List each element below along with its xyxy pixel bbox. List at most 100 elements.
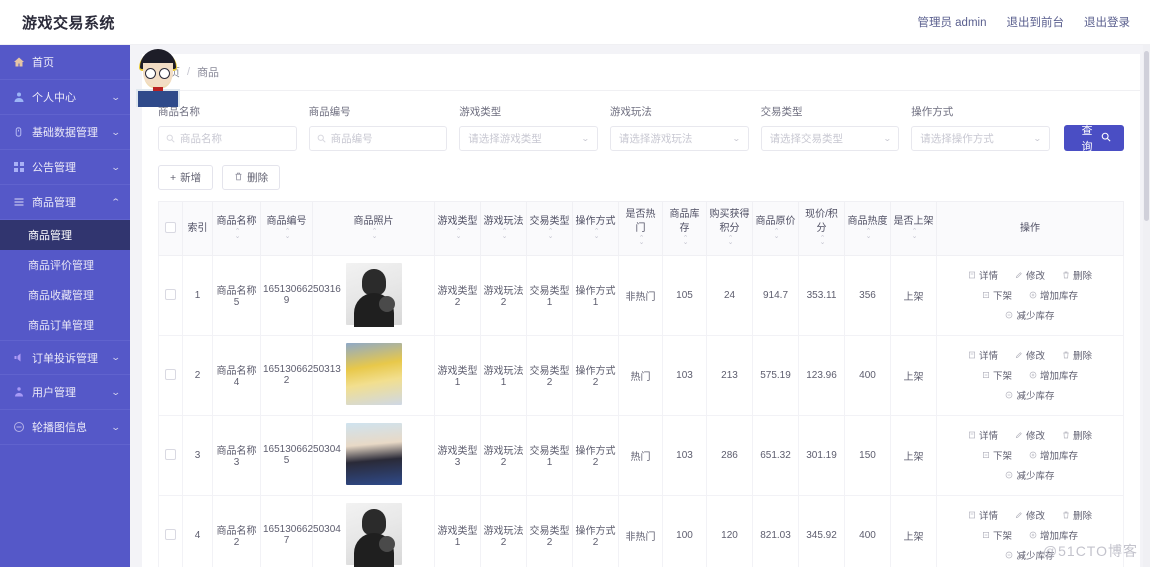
table-header-onsale[interactable]: 是否上架 ⌃ ⌄ — [890, 201, 937, 256]
table-header-price[interactable]: 商品原价 ⌃ ⌄ — [752, 201, 799, 256]
code-input[interactable]: 商品编号 — [308, 126, 448, 151]
op-修改-button[interactable]: 修改 — [1015, 508, 1045, 522]
sort-icon[interactable]: ⌃ ⌄ — [820, 235, 826, 246]
row-checkbox[interactable] — [165, 449, 176, 461]
table-header-stock[interactable]: 商品库存 ⌃ ⌄ — [662, 201, 707, 256]
增加库存-icon — [1029, 531, 1037, 539]
row-operations: 详情 修改 删除下架 增加库存减少库存 — [939, 425, 1121, 485]
op-详情-button[interactable]: 详情 — [968, 508, 998, 522]
table-header-photo[interactable]: 商品照片 ⌃ ⌄ — [312, 201, 435, 256]
table-header-gtype[interactable]: 游戏类型 ⌃ ⌄ — [434, 201, 481, 256]
sort-icon[interactable]: ⌃ ⌄ — [683, 235, 689, 246]
table-header-cprice[interactable]: 现价/积分 ⌃ ⌄ — [798, 201, 845, 256]
op-减少库存-button[interactable]: 减少库存 — [1005, 308, 1055, 322]
sidebar-item-announcement[interactable]: 公告管理 ⌄ — [0, 150, 130, 185]
filter-label: 商品编号 — [308, 106, 351, 118]
sort-icon[interactable]: ⌃ ⌄ — [372, 228, 378, 239]
table-header-ttype[interactable]: 交易类型 ⌃ ⌄ — [526, 201, 573, 256]
sidebar-item-product-management[interactable]: 商品管理 ⌃ — [0, 185, 130, 220]
logout-to-frontend-link[interactable]: 退出到前台 — [1007, 14, 1065, 30]
sidebar-item-user-management[interactable]: 用户管理 ⌄ — [0, 375, 130, 410]
sidebar-subitem-product-management[interactable]: 商品管理 — [0, 220, 130, 250]
sidebar-item-basic-data[interactable]: 基础数据管理 ⌄ — [0, 115, 130, 150]
op-增加库存-button[interactable]: 增加库存 — [1029, 368, 1078, 382]
query-button[interactable]: 查询 — [1063, 125, 1125, 153]
page-scrollbar[interactable] — [1143, 45, 1150, 567]
sort-icon[interactable]: ⌃ ⌄ — [639, 235, 645, 246]
op-减少库存-button[interactable]: 减少库存 — [1005, 388, 1055, 402]
row-checkbox[interactable] — [165, 529, 176, 541]
sidebar-item-label: 公告管理 — [32, 162, 76, 174]
row-operations-group: 下架 增加库存 — [982, 528, 1078, 542]
cell-photo — [312, 254, 435, 336]
table-header-code[interactable]: 商品编号 ⌃ ⌄ — [260, 201, 313, 256]
grid-icon — [12, 161, 25, 174]
op-增加库存-button[interactable]: 增加库存 — [1029, 448, 1078, 462]
sidebar-item-order-complaint[interactable]: 订单投诉管理 ⌄ — [0, 340, 130, 375]
sidebar-subitem-product-order[interactable]: 商品订单管理 — [0, 310, 130, 340]
search-input[interactable]: 商品名称 — [158, 126, 297, 151]
sort-icon[interactable]: ⌃ ⌄ — [728, 235, 734, 246]
op-详情-button[interactable]: 详情 — [968, 428, 998, 442]
op-增加库存-button[interactable]: 增加库存 — [1029, 528, 1078, 542]
op-删除-button[interactable]: 删除 — [1062, 268, 1092, 282]
sidebar-item-personal-center[interactable]: 个人中心 ⌄ — [0, 80, 130, 115]
下架-icon — [982, 531, 990, 539]
sidebar-item-carousel-info[interactable]: 轮播图信息 ⌄ — [0, 410, 130, 445]
table-header-points[interactable]: 购买获得积分 ⌃ ⌄ — [706, 201, 753, 256]
op-详情-button[interactable]: 详情 — [968, 268, 998, 282]
operation-mode-select-value: 请选择操作方式 — [920, 133, 994, 145]
table-header-name[interactable]: 商品名称 ⌃ ⌄ — [212, 201, 261, 256]
page-scrollbar-thumb[interactable] — [1144, 51, 1149, 221]
product-photo — [345, 502, 402, 567]
op-下架-button[interactable]: 下架 — [982, 288, 1012, 302]
op-增加库存-button[interactable]: 增加库存 — [1029, 288, 1078, 302]
op-修改-button[interactable]: 修改 — [1015, 428, 1045, 442]
op-修改-button[interactable]: 修改 — [1015, 348, 1045, 362]
table-header-label: 是否上架 — [893, 215, 934, 227]
table-header-heat[interactable]: 商品热度 ⌃ ⌄ — [844, 201, 891, 256]
sidebar-subitem-product-review[interactable]: 商品评价管理 — [0, 250, 130, 280]
减少库存-icon — [1005, 471, 1013, 479]
sort-icon[interactable]: ⌃ ⌄ — [594, 228, 600, 239]
op-label: 减少库存 — [1016, 471, 1055, 482]
operation-mode-select[interactable]: 请选择操作方式 ⌄ — [911, 126, 1050, 151]
sort-icon[interactable]: ⌃ ⌄ — [456, 228, 462, 239]
table-header-gplay[interactable]: 游戏玩法 ⌃ ⌄ — [480, 201, 527, 256]
sort-icon[interactable]: ⌃ ⌄ — [912, 228, 918, 239]
row-checkbox[interactable] — [165, 369, 176, 381]
sidebar-item-home[interactable]: 首页 — [0, 45, 130, 80]
op-下架-button[interactable]: 下架 — [982, 448, 1012, 462]
op-删除-button[interactable]: 删除 — [1062, 428, 1092, 442]
table-header-hot[interactable]: 是否热门 ⌃ ⌄ — [618, 201, 663, 256]
op-下架-button[interactable]: 下架 — [982, 528, 1012, 542]
op-下架-button[interactable]: 下架 — [982, 368, 1012, 382]
sidebar-subitem-product-favorite[interactable]: 商品收藏管理 — [0, 280, 130, 310]
game-play-select[interactable]: 请选择游戏玩法 ⌄ — [609, 126, 749, 151]
game-type-select[interactable]: 请选择游戏类型 ⌄ — [459, 126, 598, 151]
op-删除-button[interactable]: 删除 — [1062, 348, 1092, 362]
table-header-opmode[interactable]: 操作方式 ⌃ ⌄ — [572, 201, 619, 256]
sort-icon[interactable]: ⌃ ⌄ — [502, 228, 508, 239]
delete-button[interactable]: 删除 — [222, 165, 281, 190]
sort-icon[interactable]: ⌃ ⌄ — [235, 228, 241, 239]
cell-cprice: 345.92 — [798, 494, 845, 567]
op-修改-button[interactable]: 修改 — [1015, 268, 1045, 282]
sort-icon[interactable]: ⌃ ⌄ — [548, 228, 554, 239]
trade-type-select[interactable]: 请选择交易类型 ⌄ — [760, 126, 900, 151]
game-play-select-value: 请选择游戏玩法 — [618, 133, 693, 145]
op-删除-button[interactable]: 删除 — [1062, 508, 1092, 522]
op-减少库存-button[interactable]: 减少库存 — [1005, 548, 1055, 562]
op-详情-button[interactable]: 详情 — [968, 348, 998, 362]
search-icon — [166, 134, 175, 143]
sort-icon[interactable]: ⌃ ⌄ — [866, 228, 872, 239]
row-operations-group: 减少库存 — [1005, 468, 1055, 482]
cell-onsale: 上架 — [890, 494, 937, 567]
logout-link[interactable]: 退出登录 — [1084, 14, 1130, 30]
sort-icon[interactable]: ⌃ ⌄ — [285, 228, 291, 239]
row-checkbox[interactable] — [165, 289, 176, 301]
add-button[interactable]: + 新增 — [158, 165, 214, 190]
op-减少库存-button[interactable]: 减少库存 — [1005, 468, 1055, 482]
sort-icon[interactable]: ⌃ ⌄ — [774, 228, 780, 239]
select-all-checkbox[interactable] — [165, 222, 176, 234]
